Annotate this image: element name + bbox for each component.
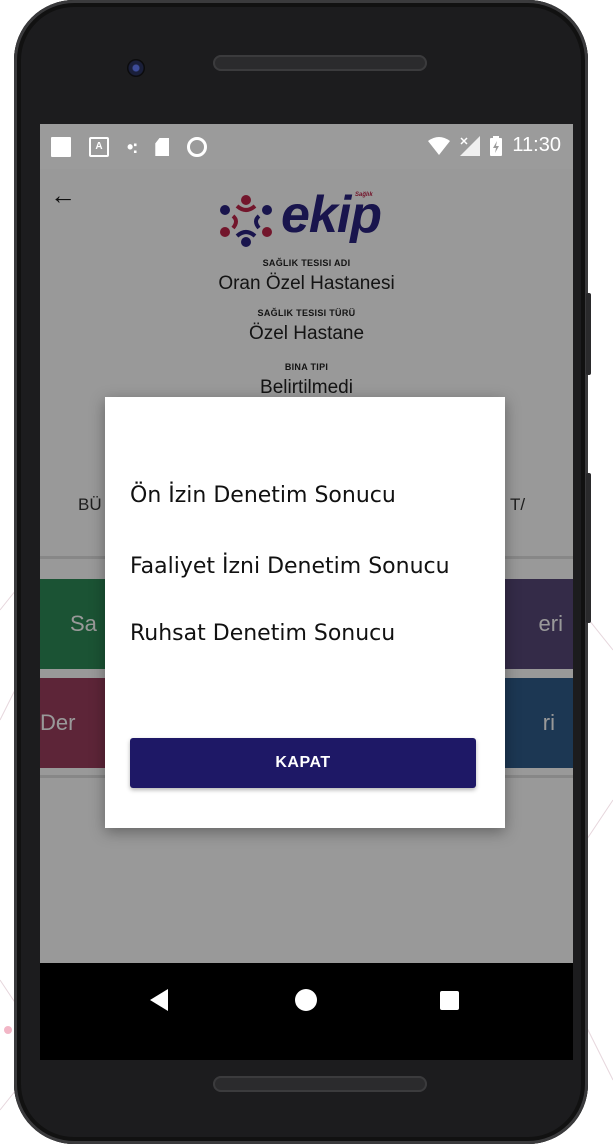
nav-recents-icon[interactable]	[440, 991, 459, 1010]
dialog-item-activity-permit[interactable]: Faaliyet İzni Denetim Sonucu	[130, 554, 450, 579]
circle-icon	[187, 137, 208, 157]
sd-card-icon	[155, 138, 170, 156]
battery-charging-icon	[490, 135, 503, 156]
clock: 11:30	[512, 134, 561, 156]
no-signal-icon	[460, 135, 481, 156]
wifi-icon	[428, 136, 451, 155]
nav-back-icon[interactable]	[150, 989, 168, 1011]
top-speaker	[213, 55, 427, 71]
power-button	[586, 293, 591, 375]
phone-screen: A •: 11:30 ← ekip Sağlık SAĞLIK TESISI A…	[40, 124, 573, 1060]
square-icon	[51, 137, 71, 157]
volume-button	[586, 473, 591, 623]
dots-icon: •:	[127, 136, 138, 157]
dialog-item-pre-permit[interactable]: Ön İzin Denetim Sonucu	[130, 483, 396, 508]
a-box-icon: A	[89, 137, 109, 157]
android-nav-bar	[40, 963, 573, 1060]
close-button[interactable]: KAPAT	[130, 738, 476, 788]
bottom-speaker	[213, 1076, 427, 1092]
dialog-item-license[interactable]: Ruhsat Denetim Sonucu	[130, 621, 395, 646]
inspection-result-dialog: Ön İzin Denetim Sonucu Faaliyet İzni Den…	[105, 397, 505, 828]
nav-home-icon[interactable]	[295, 989, 317, 1011]
status-bar: A •: 11:30	[40, 124, 573, 169]
front-camera-icon	[127, 59, 145, 77]
